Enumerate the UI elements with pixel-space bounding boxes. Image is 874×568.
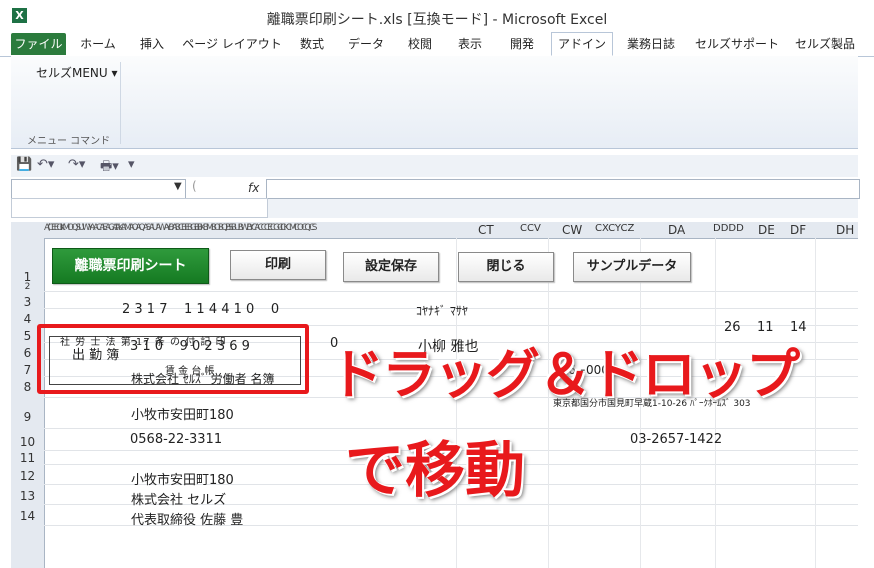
name-box[interactable] bbox=[11, 179, 186, 199]
tab-file[interactable]: ファイル bbox=[11, 33, 66, 55]
sample-data-button[interactable]: サンプルデータ bbox=[573, 252, 691, 282]
undo-icon[interactable]: ↶▾ bbox=[37, 157, 54, 172]
tab-home[interactable]: ホーム bbox=[75, 33, 121, 55]
column-header[interactable]: DF bbox=[790, 223, 806, 237]
grid-line bbox=[44, 291, 858, 292]
tab-developer[interactable]: 開発 bbox=[502, 33, 542, 55]
drag-drop-annotation: ドラッグ＆ドロップ bbox=[330, 343, 800, 406]
customize-toolbar-icon[interactable]: ▾ bbox=[128, 157, 135, 172]
formula-bar-lower-area bbox=[11, 198, 268, 218]
cell-r9[interactable]: 小牧市安田町180 bbox=[131, 404, 234, 423]
window-title: 離職票印刷シート.xls [互換モード] - Microsoft Excel bbox=[266, 12, 608, 28]
tab-data[interactable]: データ bbox=[342, 33, 390, 55]
cell-r3-digits[interactable]: 2 3 1 7 1 1 4 4 1 0 0 bbox=[122, 302, 279, 317]
tab-insert[interactable]: 挿入 bbox=[132, 33, 172, 55]
ribbon-group-label: メニュー コマンド bbox=[27, 136, 111, 147]
name-box-dropdown-icon[interactable]: ▼ bbox=[174, 181, 182, 192]
save-icon[interactable]: 💾 bbox=[16, 157, 32, 172]
formula-cancel-icon[interactable]: ( bbox=[192, 179, 197, 193]
cell-r14[interactable]: 代表取締役 佐藤 豊 bbox=[131, 509, 243, 528]
column-header[interactable]: DH bbox=[836, 223, 854, 237]
tab-view[interactable]: 表示 bbox=[450, 33, 490, 55]
tab-page-layout[interactable]: ページ レイアウト bbox=[182, 33, 282, 55]
row-header[interactable]: 2 bbox=[11, 282, 44, 292]
print-sheet-button[interactable]: 離職票印刷シート bbox=[52, 248, 209, 284]
cell-tel-2[interactable]: 03-2657-1422 bbox=[630, 432, 722, 447]
tab-review[interactable]: 校閲 bbox=[400, 33, 440, 55]
quick-access-toolbar bbox=[11, 155, 858, 177]
insert-function-icon[interactable]: fx bbox=[248, 181, 259, 195]
row-header[interactable]: 11 bbox=[11, 451, 44, 465]
tab-cells-products[interactable]: セルズ製品 bbox=[792, 33, 858, 55]
print-button[interactable]: 印刷 bbox=[230, 250, 326, 280]
column-header[interactable]: DE bbox=[758, 223, 775, 237]
redo-icon[interactable]: ↷▾ bbox=[68, 157, 85, 172]
save-settings-button[interactable]: 設定保存 bbox=[343, 252, 439, 282]
highlight-frame bbox=[37, 324, 309, 394]
ribbon-panel bbox=[11, 56, 858, 149]
row-header[interactable]: 12 bbox=[11, 469, 44, 483]
ribbon-separator bbox=[120, 62, 121, 144]
tab-addins[interactable]: アドイン bbox=[551, 32, 613, 56]
column-header[interactable]: CXCYCZ bbox=[595, 223, 634, 234]
cell-r12[interactable]: 小牧市安田町180 bbox=[131, 469, 234, 488]
column-header[interactable]: CT bbox=[478, 223, 494, 237]
row-header[interactable]: 14 bbox=[11, 509, 44, 523]
cells-menu-dropdown[interactable]: セルズMENU ▾ bbox=[36, 64, 118, 81]
formula-input[interactable] bbox=[266, 179, 860, 199]
column-header[interactable]: DDDD bbox=[713, 223, 744, 234]
cell-name-kana[interactable]: ｺﾔﾅｷﾞ ﾏｻﾔ bbox=[416, 302, 468, 319]
column-header[interactable]: CW bbox=[562, 223, 582, 237]
row-header[interactable]: 9 bbox=[11, 410, 44, 424]
cell-r13[interactable]: 株式会社 セルズ bbox=[131, 489, 226, 508]
grid-line bbox=[815, 238, 816, 568]
tab-cells-support[interactable]: セルズサポート bbox=[692, 33, 782, 55]
row-header[interactable]: 13 bbox=[11, 489, 44, 503]
row-header[interactable]: 10 bbox=[11, 435, 44, 449]
print-preview-icon[interactable]: 🖶▾ bbox=[100, 157, 119, 179]
column-header[interactable]: CCV bbox=[520, 223, 541, 234]
column-headers-narrow[interactable]: A(CEEGIIKMOQSUWYAACAEAGAIAKAMAOAQASAUAWA… bbox=[44, 223, 456, 237]
column-header[interactable]: DA bbox=[668, 223, 685, 237]
close-button[interactable]: 閉じる bbox=[458, 252, 554, 282]
tab-formulas[interactable]: 数式 bbox=[292, 33, 332, 55]
move-annotation: で移動 bbox=[345, 436, 525, 506]
cell-tel-1[interactable]: 0568-22-3311 bbox=[130, 432, 222, 447]
row-header[interactable]: 3 bbox=[11, 295, 44, 309]
tab-business-log[interactable]: 業務日誌 bbox=[620, 33, 682, 55]
